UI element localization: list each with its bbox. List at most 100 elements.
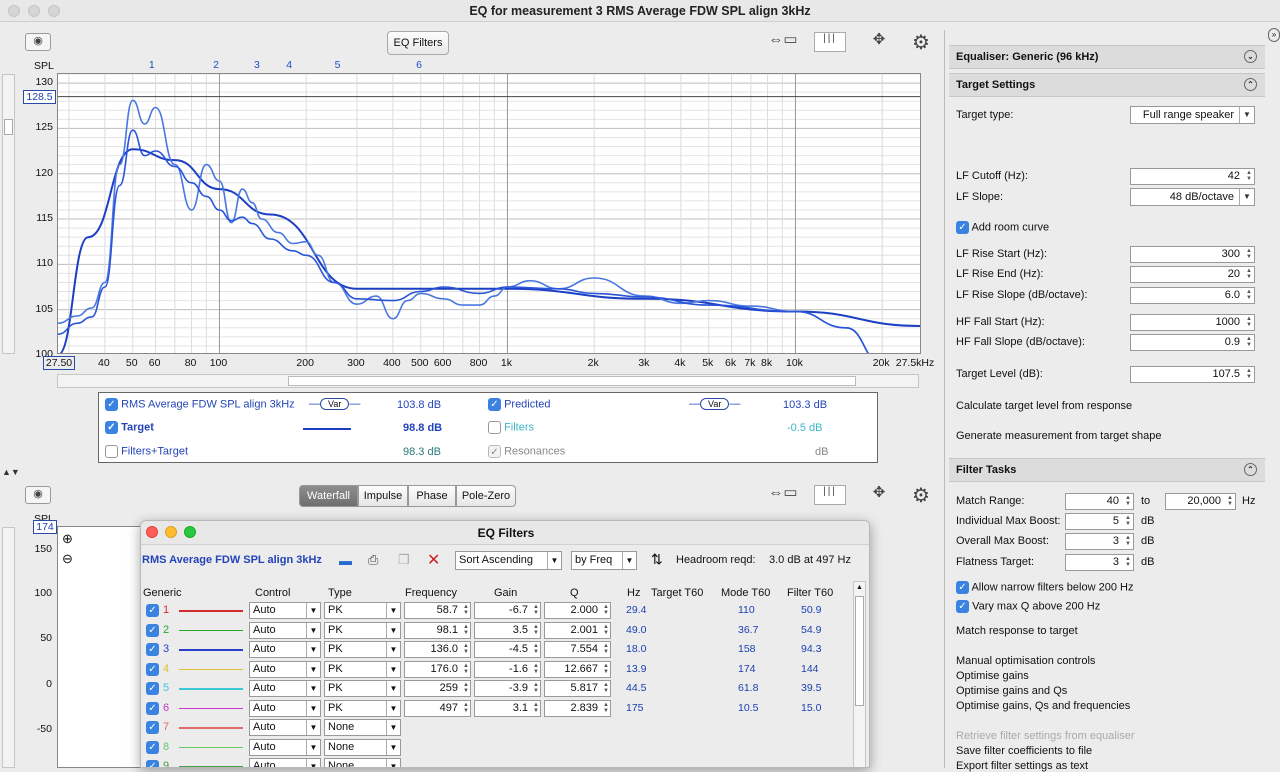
dropdown-arrow-icon[interactable]: ▼ — [306, 720, 320, 735]
optimise-gains-button[interactable]: Optimise gains — [956, 670, 1029, 682]
stepper-icon[interactable]: ▲ ▼ — [533, 624, 539, 636]
stepper-icon[interactable]: ▲ ▼ — [603, 702, 609, 714]
optimise-gains-qs-button[interactable]: Optimise gains and Qs — [956, 685, 1067, 697]
stepper-icon[interactable]: ▲ ▼ — [603, 643, 609, 655]
dropdown-arrow-icon[interactable]: ▼ — [386, 759, 400, 767]
bottom-cursor-value-box[interactable]: 174 — [33, 520, 57, 534]
checkbox-checked-icon[interactable]: ✓ — [488, 398, 501, 411]
equaliser-icon[interactable]: ▬ — [339, 553, 352, 568]
minimize-window-button[interactable] — [28, 5, 40, 17]
stepper-icon[interactable]: ▲ ▼ — [463, 682, 469, 694]
scroll-up-icon[interactable]: ▲ — [856, 584, 863, 591]
copy-icon[interactable]: ❐ — [398, 552, 410, 568]
dropdown-arrow-icon[interactable]: ▼ — [306, 759, 320, 767]
dropdown-arrow-icon[interactable]: ▼ — [386, 622, 400, 638]
filter-enable-checkbox[interactable]: ✓ — [146, 604, 159, 617]
equaliser-header[interactable]: Equaliser: Generic (96 kHz) ⌄ — [949, 45, 1265, 69]
stepper-icon[interactable]: ▲ ▼ — [463, 663, 469, 675]
filter-frequency-input[interactable]: 136.0 ▲ ▼ — [404, 641, 471, 658]
checkbox-checked-icon[interactable]: ✓ — [956, 221, 969, 234]
collapse-chevron-icon[interactable]: ⌃ — [1244, 463, 1257, 476]
fit-screen-icon[interactable]: ⇔▭ — [766, 483, 800, 507]
panel-toggle-icon[interactable]: » — [1268, 28, 1280, 42]
filter-marker-label[interactable]: 3 — [247, 59, 267, 71]
checkbox-unchecked-icon[interactable] — [488, 421, 501, 434]
stepper-icon[interactable]: ▲ ▼ — [603, 663, 609, 675]
filter-type-select[interactable]: None ▼ — [324, 719, 401, 736]
legend-predicted-var[interactable]: — Var — — [689, 398, 740, 410]
checkbox-disabled-icon[interactable]: ✓ — [488, 445, 501, 458]
collapse-chevron-icon[interactable]: ⌃ — [1244, 78, 1257, 91]
camera-icon[interactable]: ◉ — [25, 486, 51, 504]
filter-type-select[interactable]: None ▼ — [324, 758, 401, 767]
delete-icon[interactable]: ✕ — [427, 550, 440, 570]
filter-gain-input[interactable]: -1.6 ▲ ▼ — [474, 660, 541, 678]
dropdown-arrow-icon[interactable]: ▼ — [386, 661, 400, 677]
filter-frequency-input[interactable]: 98.1 ▲ ▼ — [404, 621, 471, 639]
vertical-scroll-thumb[interactable] — [4, 119, 13, 135]
stepper-icon[interactable]: ▲ ▼ — [463, 604, 469, 616]
optimise-all-button[interactable]: Optimise gains, Qs and frequencies — [956, 700, 1130, 712]
filter-gain-input[interactable]: 3.1 ▲ ▼ — [474, 699, 541, 717]
eq-zoom-button[interactable] — [184, 526, 196, 538]
dropdown-arrow-icon[interactable]: ▼ — [386, 720, 400, 735]
dropdown-arrow-icon[interactable]: ▼ — [306, 603, 320, 618]
filter-type-select[interactable]: PK ▼ — [324, 602, 401, 619]
save-filters-icon[interactable]: ⎙ — [368, 552, 378, 568]
add-room-curve-checkbox[interactable]: ✓ Add room curve — [956, 221, 1049, 234]
columns-icon[interactable]: ||| — [814, 32, 846, 52]
sort-select[interactable]: Sort Ascending ▼ — [455, 551, 562, 570]
split-arrows-icon[interactable]: ▲▼ — [2, 467, 20, 477]
filter-type-select[interactable]: PK ▼ — [324, 699, 401, 717]
overall-max-boost-input[interactable]: 3 ▲ ▼ — [1065, 533, 1134, 550]
match-range-to-input[interactable]: 20,000 ▲ ▼ — [1165, 493, 1236, 510]
filter-control-select[interactable]: Auto ▼ — [249, 660, 321, 678]
generate-measurement-button[interactable]: Generate measurement from target shape — [956, 430, 1161, 442]
checkbox-checked-icon[interactable]: ✓ — [105, 398, 118, 411]
filter-q-input[interactable]: 2.001 ▲ ▼ — [544, 621, 611, 639]
filter-gain-input[interactable]: -4.5 ▲ ▼ — [474, 641, 541, 658]
filter-marker-label[interactable]: 1 — [142, 59, 162, 71]
var-pill[interactable]: Var — [700, 398, 730, 410]
individual-max-boost-input[interactable]: 5 ▲ ▼ — [1065, 513, 1134, 530]
filter-control-select[interactable]: Auto ▼ — [249, 641, 321, 658]
filter-control-select[interactable]: Auto ▼ — [249, 680, 321, 697]
stepper-icon[interactable]: ▲ ▼ — [463, 624, 469, 636]
zoom-out-icon[interactable]: ⊖ — [62, 551, 73, 567]
retrieve-filters-button[interactable]: Retrieve filter settings from equaliser — [956, 730, 1135, 742]
vary-max-q-checkbox[interactable]: ✓ Vary max Q above 200 Hz — [956, 600, 1100, 613]
stepper-icon[interactable]: ▲ ▼ — [533, 702, 539, 714]
target-level-input[interactable]: 107.5 ▲ ▼ — [1130, 366, 1255, 383]
zoom-in-icon[interactable]: ⊕ — [62, 531, 73, 547]
filter-frequency-input[interactable]: 58.7 ▲ ▼ — [404, 602, 471, 619]
filter-q-input[interactable]: 12.667 ▲ ▼ — [544, 660, 611, 678]
stepper-icon[interactable]: ▲ ▼ — [533, 663, 539, 675]
legend-filters-target[interactable]: Filters+Target — [105, 445, 188, 458]
spl-graph[interactable] — [57, 73, 921, 354]
expand-arrows-icon[interactable]: ✥ — [862, 483, 896, 507]
columns-icon[interactable]: ||| — [814, 485, 846, 505]
stepper-icon[interactable]: ▲ ▼ — [463, 643, 469, 655]
stepper-icon[interactable]: ▲ ▼ — [603, 604, 609, 616]
tab-pole-zero[interactable]: Pole-Zero — [456, 485, 516, 507]
stepper-icon[interactable]: ▲ ▼ — [603, 682, 609, 694]
hf-fall-start-input[interactable]: 1000 ▲ ▼ — [1130, 314, 1255, 331]
legend-resonances[interactable]: ✓ Resonances — [488, 445, 565, 458]
filter-q-input[interactable]: 7.554 ▲ ▼ — [544, 641, 611, 658]
filter-marker-label[interactable]: 6 — [409, 59, 429, 71]
save-coefficients-button[interactable]: Save filter coefficients to file — [956, 745, 1092, 757]
sort-by-select[interactable]: by Freq ▼ — [571, 551, 637, 570]
filter-enable-checkbox[interactable]: ✓ — [146, 701, 159, 715]
allow-narrow-checkbox[interactable]: ✓ Allow narrow filters below 200 Hz — [956, 581, 1133, 594]
flatness-target-input[interactable]: 3 ▲ ▼ — [1065, 554, 1134, 571]
filter-control-select[interactable]: Auto ▼ — [249, 699, 321, 717]
fit-screen-icon[interactable]: ⇔▭ — [766, 30, 800, 54]
filter-enable-checkbox[interactable]: ✓ — [146, 662, 159, 676]
zoom-window-button[interactable] — [48, 5, 60, 17]
dropdown-arrow-icon[interactable]: ▼ — [306, 642, 320, 657]
filter-type-select[interactable]: PK ▼ — [324, 621, 401, 639]
filter-control-select[interactable]: Auto ▼ — [249, 719, 321, 736]
checkbox-checked-icon[interactable]: ✓ — [956, 600, 969, 613]
filter-gain-input[interactable]: -6.7 ▲ ▼ — [474, 602, 541, 619]
lf-rise-slope-input[interactable]: 6.0 ▲ ▼ — [1130, 287, 1255, 304]
